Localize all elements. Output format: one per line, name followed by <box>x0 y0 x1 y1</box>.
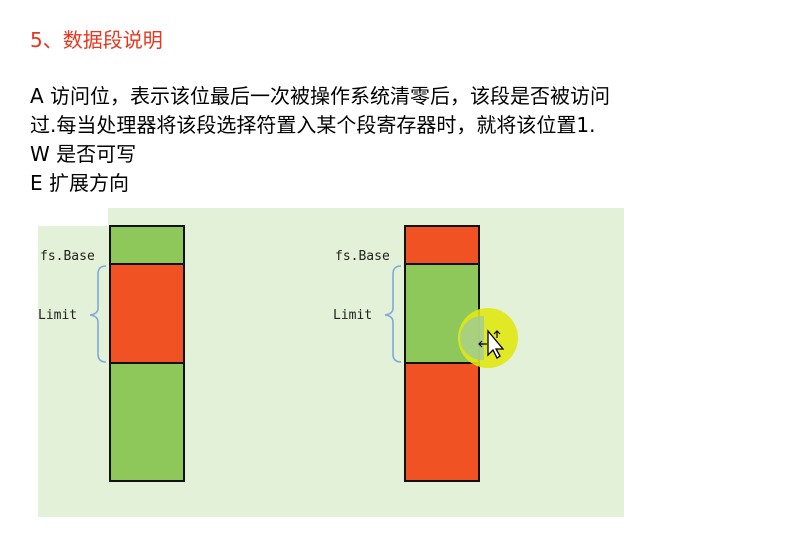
left-limit-label: Limit <box>38 308 78 323</box>
left-bottom-block <box>109 362 185 482</box>
section-title: 5、数据段说明 <box>30 28 163 52</box>
panel-notch <box>38 208 108 226</box>
move-cursor-icon <box>478 329 504 359</box>
right-limit-label: Limit <box>333 308 373 323</box>
description-text: A 访问位，表示该位最后一次被操作系统清零后，该段是否被访问 过.每当处理器将该… <box>30 82 750 198</box>
description-line: W 是否可写 <box>30 142 137 166</box>
right-top-block <box>404 225 480 265</box>
description-line: 过.每当处理器将该段选择符置入某个段寄存器时，就将该位置1. <box>30 113 596 137</box>
right-bottom-block <box>404 362 480 482</box>
right-limit-brace <box>384 265 402 363</box>
description-line: A 访问位，表示该位最后一次被操作系统清零后，该段是否被访问 <box>30 84 611 108</box>
left-top-block <box>109 225 185 265</box>
description-line: E 扩展方向 <box>30 171 129 195</box>
left-base-label: fs.Base <box>40 249 95 264</box>
left-data-segment <box>109 263 185 364</box>
left-limit-brace <box>89 265 107 363</box>
right-base-label: fs.Base <box>335 249 390 264</box>
